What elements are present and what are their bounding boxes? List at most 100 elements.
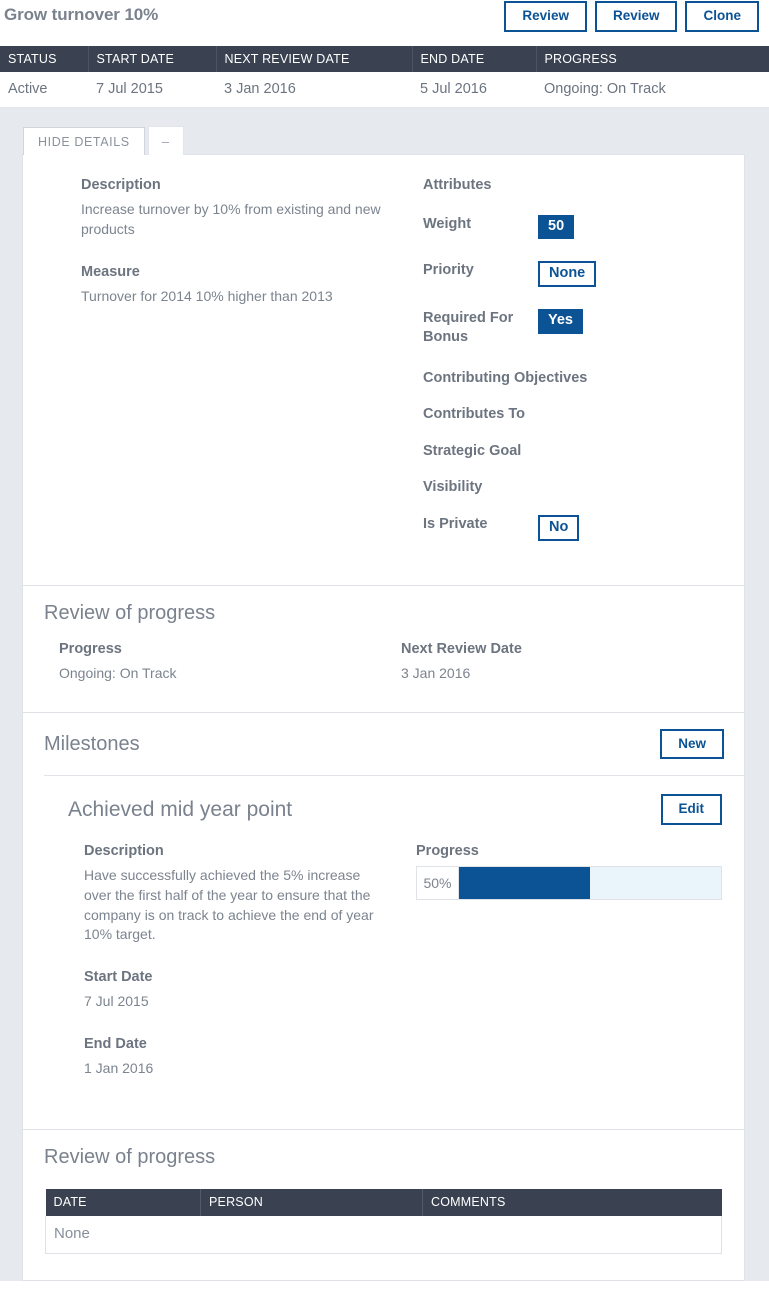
measure-value: Turnover for 2014 10% higher than 2013 (81, 287, 333, 304)
review-next-review-date-value: 3 Jan 2016 (401, 664, 471, 681)
status-badge: No (538, 514, 580, 541)
review-of-progress-title: Review of progress (44, 601, 216, 624)
details-card: Description Increase turnover by 10% fro… (22, 154, 745, 586)
attribute-strategic-goal-label: Strategic Goal (423, 442, 522, 459)
milestone-review-table: DATE PERSON COMMENTS None (45, 1189, 722, 1255)
milestones-title: Milestones (44, 732, 140, 755)
milestone-review-header-date: DATE (45, 1189, 201, 1217)
milestone-end-date-value: 1 Jan 2016 (84, 1060, 154, 1077)
tab-collapse-icon[interactable]: – (147, 126, 184, 155)
review-next-date-column: Next Review Date 3 Jan 2016 (363, 641, 703, 708)
attribute-required-for-bonus: Required For Bonus Yes (423, 309, 722, 346)
summary-table-header-row: STATUS START DATE NEXT REVIEW DATE END D… (0, 46, 769, 72)
review-of-progress-header: Review of progress (23, 586, 744, 641)
attribute-strategic-goal: Strategic Goal (423, 442, 722, 461)
status-badge: None (538, 261, 597, 288)
edit-milestone-button[interactable]: Edit (660, 794, 722, 825)
milestones-card: Milestones New Achieved mid year point E… (22, 712, 745, 1131)
summary-header-next-review-date: NEXT REVIEW DATE (216, 46, 413, 72)
summary-cell-status: Active (0, 72, 88, 108)
milestone-start-date-value: 7 Jul 2015 (84, 993, 149, 1010)
status-badge: Yes (538, 309, 583, 334)
attribute-visibility: Visibility (423, 478, 722, 497)
summary-cell-next-review-date: 3 Jan 2016 (216, 72, 412, 108)
description-value: Increase turnover by 10% from existing a… (81, 201, 381, 237)
review-progress-column: Progress Ongoing: On Track (23, 641, 363, 708)
attribute-is-private-label: Is Private (423, 515, 488, 532)
review-of-progress-card: Review of progress Progress Ongoing: On … (22, 585, 745, 713)
review-of-progress-body: Progress Ongoing: On Track Next Review D… (23, 641, 744, 712)
milestone-progress-bar: 50% (416, 865, 722, 900)
details-left-column: Description Increase turnover by 10% fro… (45, 177, 385, 563)
milestone-review-title: Review of progress (44, 1146, 216, 1169)
milestone-left-column: Description Have successfully achieved t… (44, 843, 380, 1103)
measure-label: Measure (81, 263, 140, 280)
review-button-2[interactable]: Review (594, 1, 678, 32)
review-progress-label: Progress (59, 640, 122, 657)
milestone-review-header-person: PERSON (200, 1189, 423, 1217)
summary-cell-end-date: 5 Jul 2016 (412, 72, 536, 108)
review-button-1[interactable]: Review (504, 1, 587, 32)
details-tabstrip: HIDE DETAILS – (23, 122, 745, 155)
objective-detail-page: Grow turnover 10% Review Review Clone ST… (0, 0, 769, 1289)
milestone-review-card: Review of progress DATE PERSON COMMENTS … (22, 1130, 745, 1282)
milestones-header: Milestones New (23, 713, 744, 776)
attribute-contributes-to: Contributes To (423, 405, 722, 424)
attribute-contributing-objectives-label: Contributing Objectives (423, 369, 588, 386)
milestone-progress-label: Progress (416, 842, 479, 859)
milestone-review-empty-cell: None (45, 1216, 722, 1255)
milestone-item: Achieved mid year point Edit Description… (44, 775, 744, 1130)
attribute-weight: Weight 50 (423, 215, 722, 240)
milestone-review-table-wrapper: DATE PERSON COMMENTS None (23, 1185, 744, 1280)
attribute-weight-value-wrap: 50 (538, 215, 575, 240)
milestone-progress-percent-text: 50% (417, 866, 459, 899)
attribute-priority-value-wrap: None (538, 261, 597, 288)
attribute-contributing-objectives: Contributing Objectives (423, 369, 722, 388)
milestone-item-header: Achieved mid year point Edit (44, 776, 744, 839)
milestone-description-value: Have successfully achieved the 5% increa… (84, 866, 374, 943)
milestone-item-body: Description Have successfully achieved t… (44, 839, 744, 1129)
attribute-is-private: Is Private No (423, 514, 722, 541)
page-header: Grow turnover 10% Review Review Clone (0, 0, 769, 46)
header-actions: Review Review Clone (504, 0, 759, 32)
milestone-review-header-row: DATE PERSON COMMENTS (45, 1189, 722, 1217)
attribute-priority-label: Priority (423, 262, 474, 279)
summary-table: STATUS START DATE NEXT REVIEW DATE END D… (0, 46, 769, 108)
milestone-item-title: Achieved mid year point (68, 797, 293, 821)
status-badge: 50 (538, 215, 575, 240)
attribute-weight-label: Weight (423, 216, 472, 232)
page-title: Grow turnover 10% (4, 5, 159, 24)
milestone-description-label: Description (84, 842, 164, 859)
attributes-column: Attributes Weight 50 Priority None Requi… (385, 177, 722, 563)
details-section: Description Increase turnover by 10% fro… (23, 155, 744, 585)
attribute-visibility-label: Visibility (423, 479, 483, 496)
milestone-start-date-label: Start Date (84, 969, 153, 986)
summary-header-status: STATUS (0, 46, 89, 72)
content-canvas: HIDE DETAILS – Description Increase turn… (0, 108, 769, 1282)
milestone-end-date-label: End Date (84, 1036, 147, 1053)
milestone-review-header-comments: COMMENTS (422, 1189, 722, 1217)
attribute-priority: Priority None (423, 261, 722, 288)
table-row: None (45, 1216, 722, 1255)
milestone-right-column: Progress 50% (380, 843, 744, 1103)
milestone-review-header: Review of progress (23, 1130, 744, 1185)
new-milestone-button[interactable]: New (660, 728, 724, 760)
summary-table-wrapper: STATUS START DATE NEXT REVIEW DATE END D… (0, 46, 769, 108)
attribute-contributes-to-label: Contributes To (423, 406, 526, 423)
summary-cell-start-date: 7 Jul 2015 (88, 72, 216, 108)
summary-header-progress: PROGRESS (536, 46, 769, 72)
summary-header-end-date: END DATE (412, 46, 537, 72)
attribute-required-for-bonus-label: Required For Bonus (423, 310, 514, 345)
review-progress-value: Ongoing: On Track (59, 664, 177, 681)
review-next-review-date-label: Next Review Date (401, 640, 522, 657)
tab-hide-details[interactable]: HIDE DETAILS (23, 126, 145, 155)
clone-button[interactable]: Clone (685, 1, 759, 32)
attribute-is-private-value-wrap: No (538, 514, 580, 541)
attribute-required-for-bonus-value-wrap: Yes (538, 309, 583, 334)
milestone-progress-track (459, 866, 721, 899)
milestone-progress-fill (459, 866, 590, 899)
attributes-label: Attributes (423, 177, 492, 193)
description-label: Description (81, 177, 161, 193)
summary-cell-progress: Ongoing: On Track (536, 72, 769, 108)
table-row: Active 7 Jul 2015 3 Jan 2016 5 Jul 2016 … (0, 72, 769, 108)
